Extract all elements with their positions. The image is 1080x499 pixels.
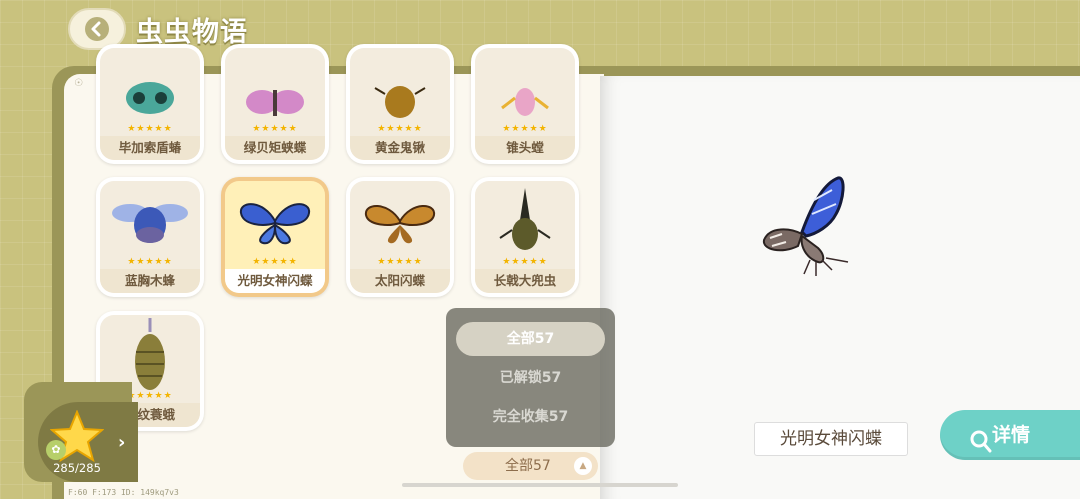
butterfly-preview-image	[752, 170, 862, 284]
beetle-icon	[350, 54, 450, 122]
caret-up-icon: ▲	[574, 457, 592, 475]
sunset-butterfly-icon	[350, 187, 450, 255]
shield-bug-icon	[100, 54, 200, 122]
collection-card[interactable]: ★★★★★ 长戟大兜虫	[471, 177, 579, 297]
collection-card[interactable]: ★★★★★ 蓝胸木蜂	[96, 177, 204, 297]
filter-option-complete[interactable]: 完全收集57	[456, 400, 605, 434]
collection-card[interactable]: ★★★★★ 锥头螳	[471, 44, 579, 164]
debug-info: F:60 F:173 ID: 149kq7v3	[68, 488, 179, 497]
rhino-beetle-icon	[475, 187, 575, 255]
star-rating: ★★★★★	[377, 257, 423, 267]
card-name: 蓝胸木蜂	[100, 269, 200, 293]
filter-dropdown: 全部57 已解锁57 完全收集57	[446, 308, 615, 447]
star-rating: ★★★★★	[127, 257, 173, 267]
card-name: 光明女神闪蝶	[225, 269, 325, 293]
filter-button[interactable]: 全部57 ▲	[463, 452, 598, 480]
star-rating: ★★★★★	[377, 124, 423, 134]
filter-current-label: 全部57	[505, 458, 551, 474]
bug-name-label: 光明女神闪蝶	[754, 422, 908, 456]
bee-icon	[100, 187, 200, 255]
card-name: 毕加索盾蝽	[100, 136, 200, 160]
search-icon	[970, 423, 992, 473]
star-rating: ★★★★★	[252, 257, 298, 267]
filter-option-unlocked[interactable]: 已解锁57	[456, 361, 605, 395]
card-name: 黄金鬼锹	[350, 136, 450, 160]
morpho-butterfly-icon	[225, 187, 325, 255]
collection-card[interactable]: ★★★★★ 太阳闪蝶	[346, 177, 454, 297]
star-rating: ★★★★★	[502, 257, 548, 267]
card-name: 太阳闪蝶	[350, 269, 450, 293]
butterfly-icon	[225, 54, 325, 122]
card-name: 锥头螳	[475, 136, 575, 160]
chevron-right-icon[interactable]: ›	[118, 432, 125, 453]
detail-button[interactable]: 详情	[940, 410, 1080, 460]
card-name: 长戟大兜虫	[475, 269, 575, 293]
collection-card[interactable]: ★★★★★ 黄金鬼锹	[346, 44, 454, 164]
bagworm-icon	[100, 318, 200, 390]
star-rating: ★★★★★	[252, 124, 298, 134]
mantis-icon	[475, 54, 575, 122]
star-rating: ★★★★★	[127, 124, 173, 134]
filter-option-all[interactable]: 全部57	[456, 322, 605, 356]
card-name: 绿贝矩蛱蝶	[225, 136, 325, 160]
detail-label: 详情	[992, 424, 1031, 446]
star-count: 285/285	[53, 461, 101, 475]
collection-card-selected[interactable]: ★★★★★ 光明女神闪蝶	[221, 177, 329, 297]
collection-card[interactable]: ★★★★★ 绿贝矩蛱蝶	[221, 44, 329, 164]
star-rating: ★★★★★	[502, 124, 548, 134]
scroll-indicator	[402, 483, 678, 487]
butterfly-small-icon: ✿	[46, 440, 66, 460]
collection-card[interactable]: ★★★★★ 毕加索盾蝽	[96, 44, 204, 164]
